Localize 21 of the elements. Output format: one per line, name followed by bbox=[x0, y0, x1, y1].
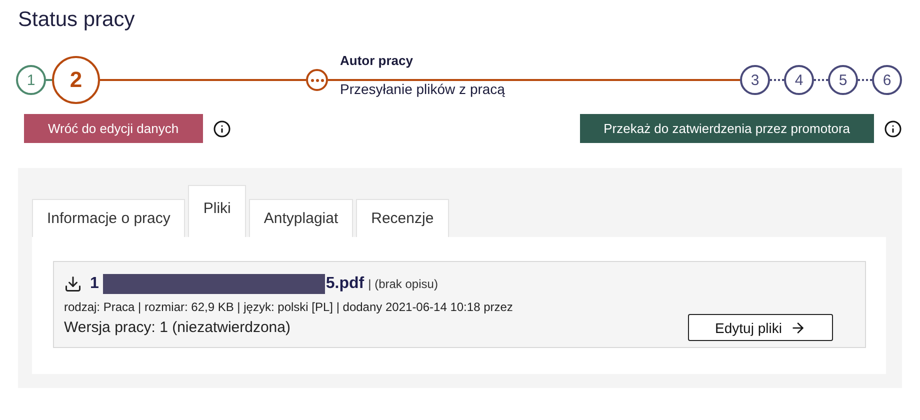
tab[interactable]: Pliki bbox=[188, 185, 246, 237]
step-circle: 2 bbox=[52, 56, 100, 104]
file-version: Wersja pracy: 1 (niezatwierdzona) bbox=[64, 319, 290, 336]
step-circle: 4 bbox=[784, 65, 814, 95]
file-meta: rodzaj: Praca | rozmiar: 62,9 KB | język: polski [PL] | dodany 2021-06-14 10:18 przez bbox=[64, 300, 514, 314]
step-circle: 5 bbox=[828, 65, 858, 95]
back-button[interactable]: Wróć do edycji danych bbox=[24, 114, 203, 143]
tab[interactable]: Informacje o pracy bbox=[32, 199, 186, 237]
step-circle: 3 bbox=[740, 65, 770, 95]
edit-files-button[interactable]: Edytuj pliki bbox=[688, 314, 833, 341]
page-title: Status pracy bbox=[18, 8, 136, 32]
tab[interactable]: Antyplagiat bbox=[248, 199, 354, 237]
step-circle: 6 bbox=[872, 65, 902, 95]
step-task: Przesyłanie plików z pracą bbox=[340, 81, 505, 97]
file-name-end[interactable]: 5.pdf bbox=[326, 275, 364, 293]
file-name-start[interactable]: 1 bbox=[90, 275, 99, 293]
tab[interactable]: Recenzje bbox=[356, 199, 449, 237]
file-description: | (brak opisu) bbox=[368, 277, 438, 291]
step-circle: 1 bbox=[16, 65, 46, 95]
step-role: Autor pracy bbox=[340, 53, 414, 68]
submit-button[interactable]: Przekaż do zatwierdzenia przez promotora bbox=[580, 114, 874, 143]
